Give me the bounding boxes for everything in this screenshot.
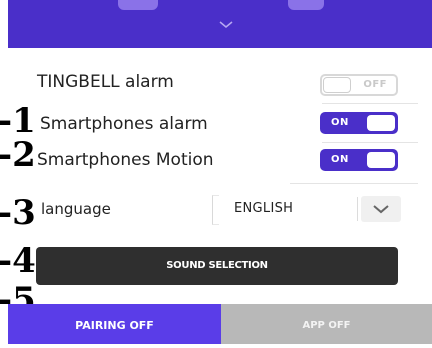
divider — [322, 142, 418, 143]
language-label: language — [41, 200, 111, 218]
chevron-down-icon — [373, 205, 389, 214]
language-dropdown-button[interactable] — [361, 196, 401, 222]
select-separator — [357, 197, 358, 221]
smartphones-alarm-label: Smartphones alarm — [40, 114, 208, 134]
sound-selection-button[interactable]: SOUND SELECTION — [36, 247, 398, 285]
smartphones-alarm-toggle[interactable]: ON — [320, 112, 398, 134]
language-value: ENGLISH — [234, 201, 294, 216]
language-select[interactable]: ENGLISH — [212, 195, 402, 225]
select-frame — [212, 195, 219, 225]
tingbell-alarm-toggle[interactable]: OFF — [320, 74, 398, 96]
toggle-knob — [323, 77, 351, 93]
toggle-state-text: ON — [331, 154, 349, 165]
toggle-state-text: OFF — [363, 79, 387, 90]
chevron-down-icon[interactable] — [215, 18, 237, 32]
annotation-marker-4: -4 — [0, 241, 36, 281]
header-bar — [8, 0, 432, 48]
pairing-off-button[interactable]: PAIRING OFF — [8, 304, 221, 344]
app-off-button[interactable]: APP OFF — [221, 304, 432, 344]
bottom-bar: PAIRING OFF APP OFF — [0, 304, 432, 344]
smartphones-motion-toggle[interactable]: ON — [320, 149, 398, 171]
header-decoration — [118, 0, 158, 10]
toggle-state-text: ON — [331, 117, 349, 128]
toggle-knob — [367, 115, 395, 131]
smartphones-motion-label: Smartphones Motion — [37, 150, 214, 170]
annotation-marker-2: -2 — [0, 135, 36, 175]
annotation-marker-1: -1 — [0, 101, 36, 141]
tingbell-alarm-label: TINGBELL alarm — [37, 72, 174, 92]
header-decoration — [288, 0, 324, 10]
divider — [290, 183, 418, 184]
annotation-marker-3: -3 — [0, 193, 36, 233]
toggle-knob — [367, 152, 395, 168]
divider — [322, 103, 418, 104]
